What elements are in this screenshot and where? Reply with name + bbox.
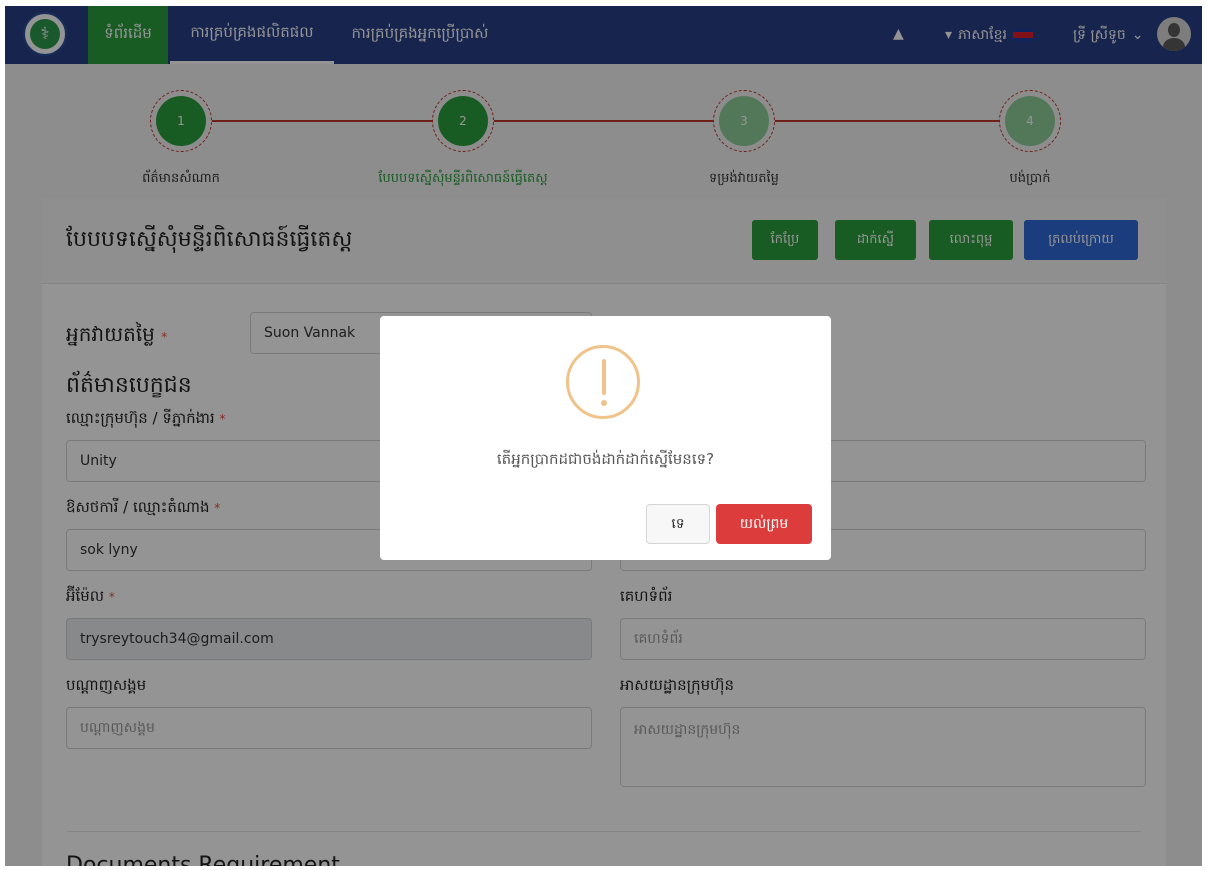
app-window: ⚕ ទំព័រដើម ការគ្រប់គ្រងផលិតផល ការគ្រប់គ្…	[5, 6, 1202, 870]
confirm-dialog: តើអ្នកប្រាកដជាចង់ដាក់ដាក់ស្នើមែនទេ? ទេ យ…	[380, 316, 831, 560]
confirm-button[interactable]: យល់ព្រម	[716, 504, 812, 544]
dialog-message: តើអ្នកប្រាកដជាចង់ដាក់ដាក់ស្នើមែនទេ?	[496, 450, 715, 468]
cancel-button[interactable]: ទេ	[646, 504, 710, 544]
warning-icon	[566, 345, 640, 419]
window-bottom-edge	[0, 866, 1207, 870]
